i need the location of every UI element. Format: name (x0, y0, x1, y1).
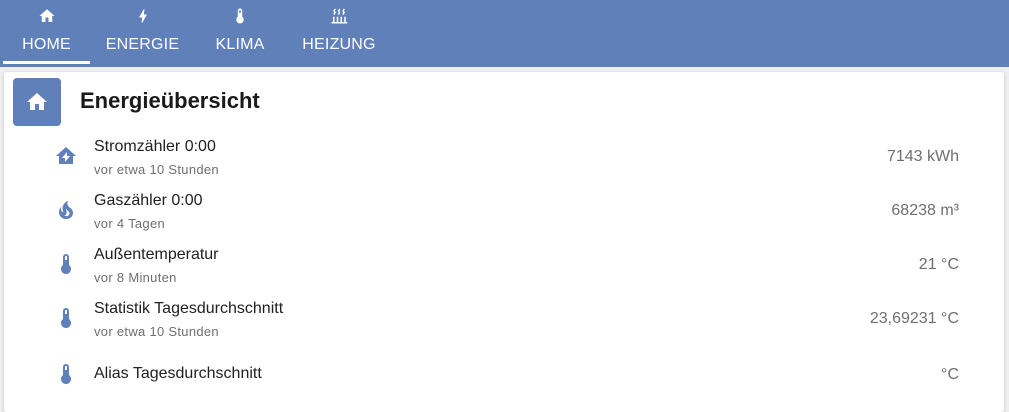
entity-row-stromzaehler[interactable]: Stromzähler 0:00 vor etwa 10 Stunden 714… (4, 130, 1004, 184)
tab-heizung[interactable]: HEIZUNG (296, 0, 382, 67)
row-name: Alias Tagesdurchschnitt (94, 365, 262, 382)
card-title: Energieübersicht (80, 88, 260, 113)
tab-energie-label: ENERGIE (105, 36, 180, 53)
row-timestamp: vor 4 Tagen (94, 216, 165, 231)
entity-row-gaszaehler[interactable]: Gaszähler 0:00 vor 4 Tagen 68238 m³ (4, 184, 1004, 238)
tab-klima[interactable]: KLIMA (200, 0, 280, 67)
entity-row-alias-tagesdurchschnitt[interactable]: Alias Tagesdurchschnitt °C (4, 348, 1004, 402)
entity-row-aussentemperatur[interactable]: Außentemperatur vor 8 Minuten 21 °C (4, 238, 1004, 292)
entity-row-statistik-tagesdurchschnitt[interactable]: Statistik Tagesdurchschnitt vor etwa 10 … (4, 292, 1004, 346)
home-icon (38, 6, 56, 26)
tab-klima-label: KLIMA (215, 36, 265, 53)
top-navigation-bar: HOME ENERGIE KLIMA HEIZUNG (0, 0, 1009, 67)
row-name: Stromzähler 0:00 (94, 138, 216, 155)
thermometer-icon (231, 6, 249, 26)
home-lightning-icon (54, 144, 78, 168)
row-name: Außentemperatur (94, 246, 219, 263)
row-value: 68238 m³ (891, 202, 959, 219)
row-timestamp: vor etwa 10 Stunden (94, 324, 219, 339)
tab-heizung-label: HEIZUNG (302, 36, 376, 53)
tab-home-label: HOME (22, 36, 71, 53)
energy-overview-card: Energieübersicht Stromzähler 0:00 vor et… (4, 72, 1004, 412)
row-name: Statistik Tagesdurchschnitt (94, 300, 284, 317)
row-timestamp: vor 8 Minuten (94, 270, 177, 285)
thermometer-icon (54, 306, 78, 330)
tab-energie[interactable]: ENERGIE (99, 0, 186, 67)
row-value: °C (941, 366, 959, 383)
thermometer-icon (54, 362, 78, 386)
row-value: 21 °C (918, 256, 959, 273)
radiator-icon (329, 6, 349, 26)
row-value: 7143 kWh (886, 148, 959, 165)
tab-home[interactable]: HOME (3, 0, 90, 67)
row-name: Gaszähler 0:00 (94, 192, 203, 209)
fire-icon (54, 198, 78, 222)
row-timestamp: vor etwa 10 Stunden (94, 162, 219, 177)
card-home-icon (13, 78, 61, 126)
thermometer-icon (54, 252, 78, 276)
row-value: 23,69231 °C (869, 310, 959, 327)
lightning-icon (134, 6, 152, 26)
